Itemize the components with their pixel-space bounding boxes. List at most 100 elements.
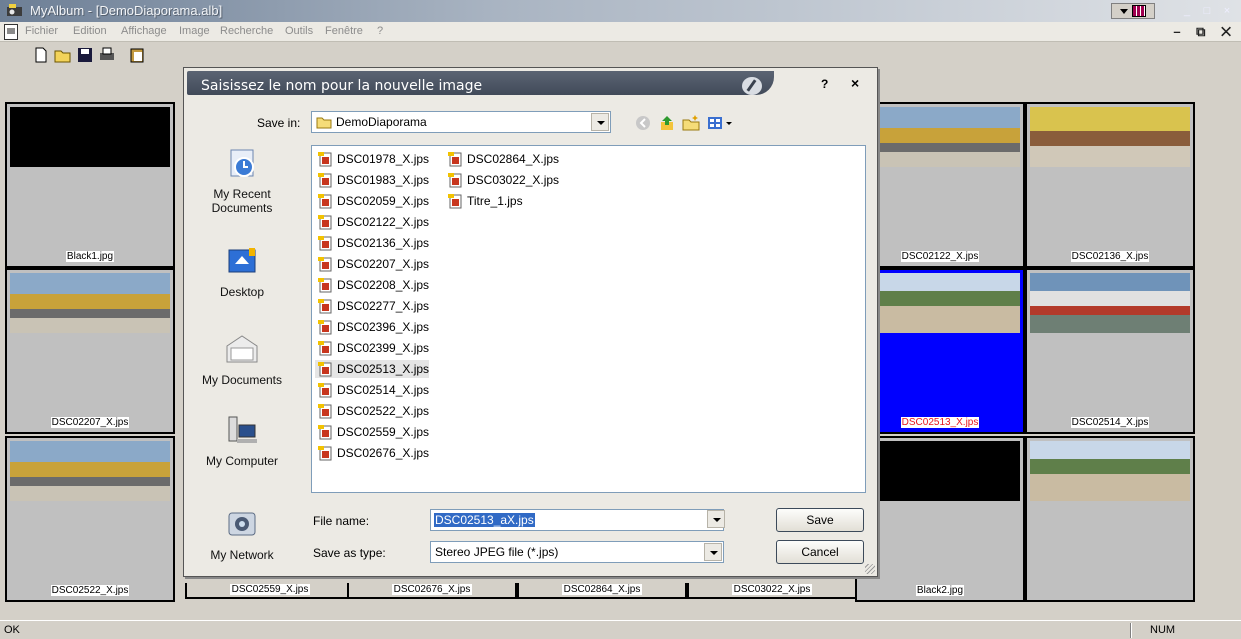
skin-orb-icon[interactable] — [742, 77, 762, 95]
thumbnail-item[interactable]: DSC02514_X.jps — [1025, 268, 1195, 434]
thumbnail-item[interactable]: Black1.jpg — [5, 102, 175, 268]
thumbnail-caption-tab[interactable]: DSC02676_X.jps — [347, 583, 517, 599]
jps-file-icon — [318, 362, 332, 377]
file-item[interactable]: Titre_1.jps — [445, 192, 523, 210]
file-item[interactable]: DSC02136_X.jps — [315, 234, 429, 252]
place-my-documents[interactable]: My Documents — [196, 332, 288, 387]
desktop-icon — [228, 248, 256, 273]
thumbnail-caption: DSC02136_X.jps — [1070, 251, 1150, 262]
file-name-dropdown[interactable] — [706, 509, 726, 531]
thumbnail-item[interactable]: Black2.jpg — [855, 436, 1025, 602]
new-folder-icon[interactable] — [682, 114, 700, 132]
open-folder-icon[interactable] — [54, 46, 72, 64]
jps-file-icon — [318, 236, 332, 251]
minimize-icon[interactable]: _ — [1180, 4, 1194, 18]
menu-edition[interactable]: Edition — [73, 25, 107, 37]
file-name-input[interactable]: DSC02513_aX.jps — [430, 509, 724, 531]
save-as-type-dropdown[interactable]: Stereo JPEG file (*.jps) — [430, 541, 724, 563]
window-menu-button[interactable] — [1111, 3, 1155, 19]
thumbnail-item[interactable] — [1025, 436, 1195, 602]
file-item[interactable]: DSC01983_X.jps — [315, 171, 429, 189]
menu-affichage[interactable]: Affichage — [121, 25, 167, 37]
dropdown-arrow-icon[interactable] — [704, 543, 722, 561]
file-item[interactable]: DSC02208_X.jps — [315, 276, 429, 294]
thumbnail-image — [1030, 441, 1190, 501]
my-documents-icon — [226, 335, 258, 363]
thumbnail-caption: DSC02522_X.jps — [50, 585, 130, 596]
file-item[interactable]: DSC02207_X.jps — [315, 255, 429, 273]
file-item[interactable]: DSC02122_X.jps — [315, 213, 429, 231]
save-in-label: Save in: — [257, 116, 301, 130]
thumbnail-caption: DSC02513_X.jps — [900, 417, 980, 428]
clipboard-icon[interactable] — [128, 46, 146, 64]
document-icon[interactable] — [4, 24, 18, 40]
jps-file-icon — [318, 320, 332, 335]
grid-view-icon — [1132, 5, 1146, 17]
file-item[interactable]: DSC01978_X.jps — [315, 150, 429, 168]
thumbnail-caption: Black1.jpg — [65, 251, 115, 262]
thumbnail-caption: DSC02207_X.jps — [50, 417, 130, 428]
file-item[interactable]: DSC02396_X.jps — [315, 318, 429, 336]
thumbnail-image — [10, 441, 170, 501]
thumbnail-image — [1030, 273, 1190, 333]
thumbnail-item[interactable]: DSC02122_X.jps — [855, 102, 1025, 268]
save-disk-icon[interactable] — [76, 46, 94, 64]
file-item[interactable]: DSC02514_X.jps — [315, 381, 429, 399]
jps-file-icon — [318, 278, 332, 293]
menu-recherche[interactable]: Recherche — [220, 25, 273, 37]
help-button[interactable]: ? — [821, 77, 828, 91]
jps-file-icon — [448, 152, 462, 167]
mdi-window-controls[interactable]: – ⧉ ✕ — [1173, 24, 1237, 40]
place-my-network[interactable]: My Network — [196, 507, 288, 562]
menu-fenetre[interactable]: Fenêtre — [325, 25, 363, 37]
thumbnail-item[interactable]: DSC02522_X.jps — [5, 436, 175, 602]
thumbnail-item[interactable]: DSC02207_X.jps — [5, 268, 175, 434]
place-my-recent-documents[interactable]: My Recent Documents — [196, 146, 288, 215]
file-item[interactable]: DSC02277_X.jps — [315, 297, 429, 315]
file-item-selected[interactable]: DSC02513_X.jps — [315, 360, 430, 378]
print-icon[interactable] — [98, 46, 116, 64]
place-desktop[interactable]: Desktop — [196, 244, 288, 299]
file-item[interactable]: DSC02522_X.jps — [315, 402, 429, 420]
save-in-dropdown[interactable]: DemoDiaporama — [311, 111, 611, 133]
resize-grip[interactable] — [865, 564, 875, 574]
dropdown-arrow-icon[interactable] — [591, 113, 609, 131]
menu-fichier[interactable]: Fichier — [25, 25, 58, 37]
thumbnail-image — [860, 107, 1020, 167]
folder-icon — [316, 117, 332, 129]
thumbnail-caption: DSC02122_X.jps — [900, 251, 980, 262]
new-file-icon[interactable] — [32, 46, 50, 64]
menu-image[interactable]: Image — [179, 25, 210, 37]
file-item[interactable]: DSC02559_X.jps — [315, 423, 429, 441]
view-menu-icon[interactable] — [706, 114, 736, 132]
save-button[interactable]: Save — [776, 508, 864, 532]
thumbnail-item-selected[interactable]: DSC02513_X.jps — [855, 268, 1025, 434]
my-network-icon — [228, 512, 256, 536]
place-my-computer[interactable]: My Computer — [196, 413, 288, 468]
close-window-icon[interactable]: × — [1220, 4, 1234, 18]
thumbnail-caption-tab[interactable]: DSC03022_X.jps — [687, 583, 857, 599]
dialog-title-bar[interactable]: Saisissez le nom pour la nouvelle image … — [184, 68, 877, 96]
maximize-icon[interactable]: □ — [1200, 4, 1214, 18]
thumbnail-caption-tab[interactable]: DSC02864_X.jps — [517, 583, 687, 599]
file-item[interactable]: DSC02399_X.jps — [315, 339, 429, 357]
dropdown-arrow-icon[interactable] — [707, 510, 725, 528]
jps-file-icon — [318, 215, 332, 230]
file-item[interactable]: DSC03022_X.jps — [445, 171, 559, 189]
status-text: OK — [4, 624, 20, 636]
up-folder-icon[interactable] — [658, 114, 676, 132]
menu-outils[interactable]: Outils — [285, 25, 313, 37]
thumbnail-caption-tab[interactable]: DSC02559_X.jps — [185, 583, 355, 599]
file-list[interactable]: DSC01978_X.jps DSC01983_X.jps DSC02059_X… — [311, 145, 866, 493]
thumbnail-item[interactable]: DSC02136_X.jps — [1025, 102, 1195, 268]
back-icon[interactable] — [634, 114, 652, 132]
jps-file-icon — [318, 299, 332, 314]
file-item[interactable]: DSC02676_X.jps — [315, 444, 429, 462]
file-item[interactable]: DSC02059_X.jps — [315, 192, 429, 210]
file-item[interactable]: DSC02864_X.jps — [445, 150, 559, 168]
cancel-button[interactable]: Cancel — [776, 540, 864, 564]
dialog-close-button[interactable]: × — [851, 75, 859, 91]
file-name-value: DSC02513_aX.jps — [434, 513, 535, 527]
menu-help[interactable]: ? — [377, 25, 383, 37]
place-label: My Network — [210, 548, 274, 562]
